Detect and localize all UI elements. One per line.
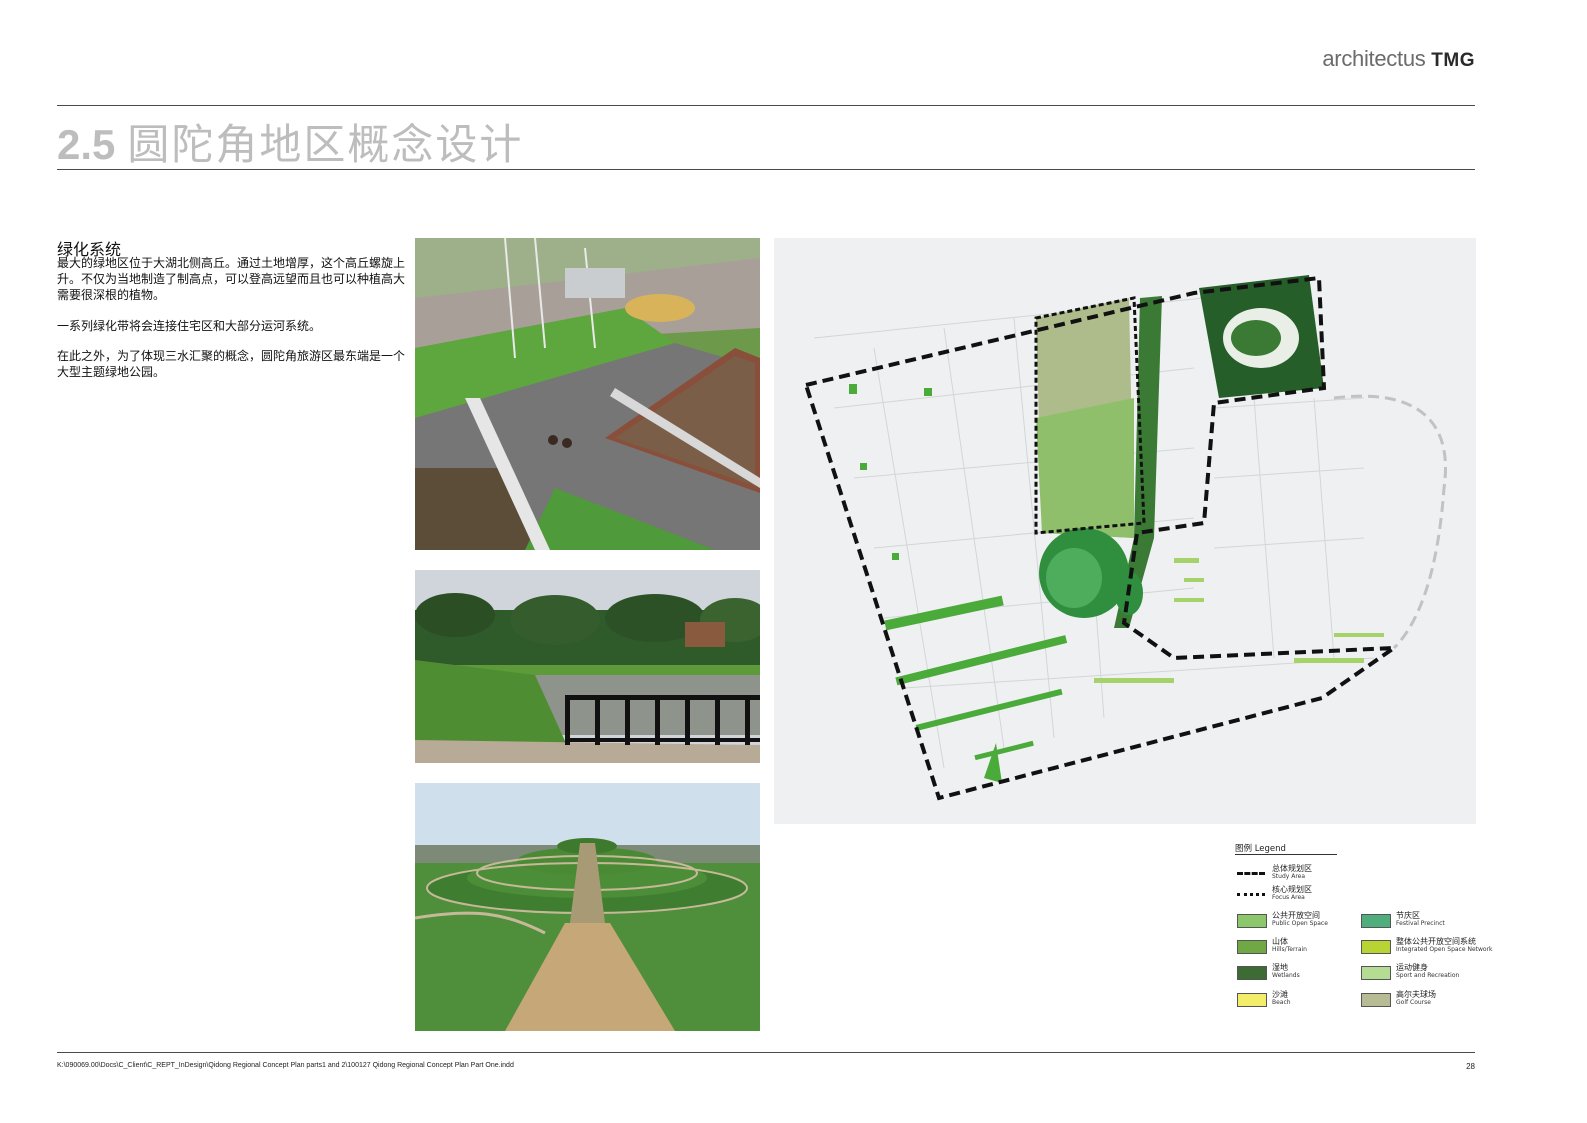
focus-area-line [1237,893,1265,896]
footer-file-path: K:\090069.00\Docs\C_Client\C_REPT_InDesi… [57,1062,514,1069]
legend-label-cn: 运动健身 [1396,963,1428,972]
legend-label-en: Beach [1272,999,1291,1006]
header-rule-top [57,105,1475,106]
header-rule-bottom [57,169,1475,170]
legend-label-en: Golf Course [1396,999,1431,1006]
legend-label-en: Public Open Space [1272,920,1328,927]
paragraph-1: 最大的绿地区位于大湖北侧高丘。通过土地增厚，这个高丘螺旋上升。不仅为当地制造了制… [57,256,406,302]
map-legend: 图例 Legend 总体规划区 Study Area 核心规划区 Focus Are… [1235,842,1493,1022]
swatch-sport [1361,966,1391,980]
swatch-open-space-network [1361,940,1391,954]
photo-pond [415,570,760,763]
photo-spiral-mound [415,783,760,1031]
legend-study-cn: 总体规划区 [1272,864,1312,873]
swatch-open-space [1237,914,1267,928]
legend-rule [1235,854,1337,855]
legend-label-cn: 公共开放空间 [1272,911,1320,920]
legend-study-en: Study Area [1272,873,1306,880]
legend-focus-en: Focus Area [1272,894,1305,901]
swatch-festival [1361,914,1391,928]
legend-label-en: Hills/Terrain [1272,946,1307,953]
swatch-golf [1361,993,1391,1007]
page-title: 2.5 圆陀角地区概念设计 [57,111,524,169]
legend-label-cn: 山体 [1272,937,1288,946]
legend-label-cn: 高尔夫球场 [1396,990,1436,999]
legend-label-cn: 沙滩 [1272,990,1288,999]
brand-logo: architectus TMG [1300,46,1475,72]
section-number: 2.5 [57,121,116,168]
legend-label-en: Sport and Recreation [1396,972,1460,979]
legend-label-en: Wetlands [1272,972,1300,979]
section-title: 圆陀角地区概念设计 [127,120,524,169]
brand-suffix: TMG [1431,50,1475,71]
swatch-hills [1237,940,1267,954]
paragraph-2: 一系列绿化带将会连接住宅区和大部分运河系统。 [57,319,322,333]
photo-park-paths [415,238,760,550]
legend-label-cn: 湿地 [1272,963,1288,972]
page-number: 28 [1466,1062,1475,1071]
legend-label-en: Integrated Open Space Network [1396,946,1493,953]
swatch-beach [1237,993,1267,1007]
footer-rule [57,1052,1475,1053]
legend-label-en: Festival Precinct [1396,920,1445,927]
legend-focus-cn: 核心规划区 [1272,885,1312,894]
study-area-line [1237,872,1265,875]
swatch-wetlands [1237,966,1267,980]
legend-title: 图例 Legend [1235,844,1286,854]
paragraph-3: 在此之外，为了体现三水汇聚的概念，圆陀角旅游区最东端是一个大型主题绿地公园。 [57,349,406,379]
master-plan-map [774,238,1476,824]
legend-label-cn: 整体公共开放空间系统 [1396,937,1476,946]
legend-label-cn: 节庆区 [1396,911,1420,920]
brand-name: architectus [1322,46,1426,71]
